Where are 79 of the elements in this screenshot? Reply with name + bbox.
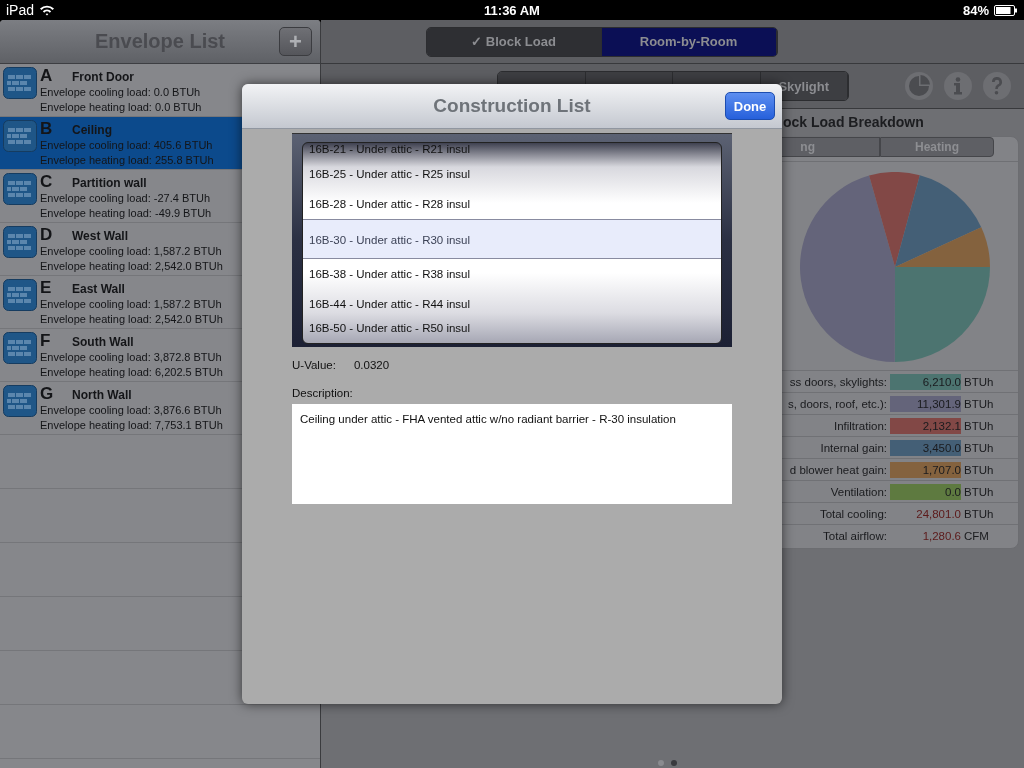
brick-wall-icon — [3, 67, 37, 99]
mode-tab[interactable]: ✓ Block Load — [426, 27, 602, 56]
item-letter: D — [40, 226, 54, 244]
legend-label: ss doors, skylights: — [788, 375, 887, 388]
clock-time: 11:36 AM — [484, 2, 540, 18]
brick-wall-icon — [3, 173, 37, 205]
item-letter: G — [40, 385, 55, 403]
item-name: South Wall — [72, 335, 134, 349]
mode-tab[interactable]: Room-by-Room — [601, 27, 777, 56]
page-dot[interactable] — [671, 760, 677, 766]
total-value: 24,801.0 — [915, 506, 961, 522]
heating-load: Envelope heating load: 6,202.5 BTUh — [40, 365, 223, 380]
unit-label: BTUh — [964, 375, 994, 388]
item-letter: F — [40, 332, 52, 350]
item-name: Front Door — [72, 70, 134, 84]
heating-load: Envelope heating load: 2,542.0 BTUh — [40, 312, 223, 327]
legend-label: Internal gain: — [819, 441, 887, 454]
info-icon[interactable] — [943, 71, 973, 101]
unit-label: BTUh — [964, 441, 994, 454]
brick-wall-icon — [3, 279, 37, 311]
legend-label: s, doors, roof, etc.): — [786, 397, 887, 410]
item-letter: C — [40, 173, 54, 191]
legend-value: 6,210.0 — [890, 373, 961, 390]
pie-chart-icon[interactable] — [904, 71, 934, 101]
brick-wall-icon — [3, 226, 37, 258]
heating-load: Envelope heating load: 255.8 BTUh — [40, 153, 214, 168]
cooling-load: Envelope cooling load: 3,876.6 BTUh — [40, 403, 223, 418]
unit-label: BTUh — [964, 397, 994, 410]
unit-label: BTUh — [964, 419, 994, 432]
heating-load: Envelope heating load: 2,542.0 BTUh — [40, 259, 223, 274]
legend-value: 11,301.9 — [890, 395, 961, 412]
item-name: North Wall — [72, 388, 132, 402]
legend-value: 1,707.0 — [890, 461, 961, 478]
page-dot[interactable] — [658, 760, 664, 766]
total-value: 1,280.6 — [921, 528, 961, 544]
total-label: Total cooling: — [818, 507, 887, 520]
cooling-load: Envelope cooling load: -27.4 BTUh — [40, 191, 211, 206]
heating-load: Envelope heating load: 7,753.1 BTUh — [40, 418, 223, 433]
item-name: Partition wall — [72, 176, 147, 190]
description-field[interactable]: Ceiling under attic - FHA vented attic w/no radiant barrier - R-30 insulation — [292, 404, 732, 504]
unit-label: BTUh — [964, 507, 994, 520]
legend-label: Infiltration: — [832, 419, 887, 432]
item-name: Ceiling — [72, 123, 112, 137]
dialog-title: Construction List — [433, 95, 591, 117]
add-button[interactable]: + — [279, 27, 312, 56]
cooling-load: Envelope cooling load: 0.0 BTUh — [40, 85, 202, 100]
picker-option[interactable]: 16B-30 - Under attic - R30 insul — [303, 219, 721, 259]
legend-value: 0.0 — [890, 483, 961, 500]
unit-label: BTUh — [964, 485, 994, 498]
total-label: Total airflow: — [822, 529, 887, 542]
picker-wheel[interactable] — [292, 133, 732, 347]
cooling-load: Envelope cooling load: 405.6 BTUh — [40, 138, 214, 153]
brick-wall-icon — [3, 332, 37, 364]
help-icon[interactable] — [982, 71, 1012, 101]
item-letter: E — [40, 279, 53, 297]
cooling-load: Envelope cooling load: 1,587.2 BTUh — [40, 297, 223, 312]
battery-icon — [994, 4, 1018, 16]
heating-load: Envelope heating load: 0.0 BTUh — [40, 100, 202, 115]
cooling-load: Envelope cooling load: 3,872.8 BTUh — [40, 350, 223, 365]
brick-wall-icon — [3, 120, 37, 152]
item-letter: A — [40, 67, 54, 85]
legend-label: Ventilation: — [829, 485, 887, 498]
unit-label: BTUh — [964, 463, 994, 476]
u-value: 0.0320 — [353, 359, 390, 371]
cooling-load: Envelope cooling load: 1,587.2 BTUh — [40, 244, 223, 259]
legend-value: 3,450.0 — [890, 439, 961, 456]
legend-label: d blower heat gain: — [788, 463, 887, 476]
unit-label: CFM — [964, 529, 989, 542]
brick-wall-icon — [3, 385, 37, 417]
heating-load: Envelope heating load: -49.9 BTUh — [40, 206, 212, 221]
legend-value: 2,132.1 — [890, 417, 961, 434]
done-button[interactable]: Done — [725, 92, 775, 120]
item-name: East Wall — [72, 282, 125, 296]
battery-percent: 84% — [962, 2, 989, 18]
carrier-label: iPad — [6, 2, 35, 18]
section-title: ock Load Breakdown — [783, 114, 924, 130]
item-letter: B — [40, 120, 54, 138]
item-name: West Wall — [72, 229, 128, 243]
wifi-icon — [39, 4, 56, 16]
